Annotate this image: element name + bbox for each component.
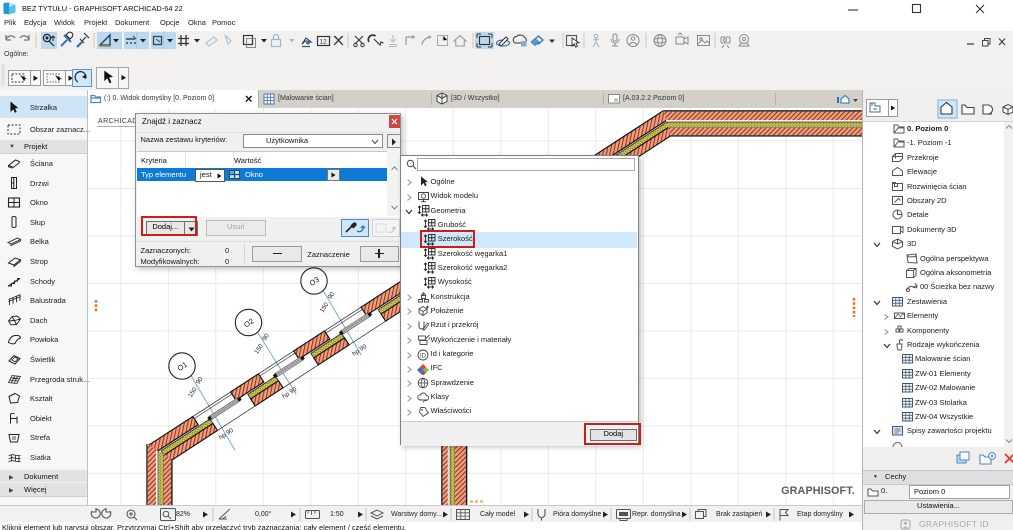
svg-text:ARCHICAD: ARCHICAD (98, 118, 138, 125)
svg-text:GRAPHISOFT.: GRAPHISOFT. (781, 485, 855, 497)
svg-text:hp 90: hp 90 (351, 343, 368, 358)
svg-text:150: 150 (319, 301, 331, 314)
svg-text:150: 150 (187, 386, 199, 399)
svg-text:ID: ID (420, 353, 427, 359)
svg-text:12: 12 (320, 39, 328, 46)
